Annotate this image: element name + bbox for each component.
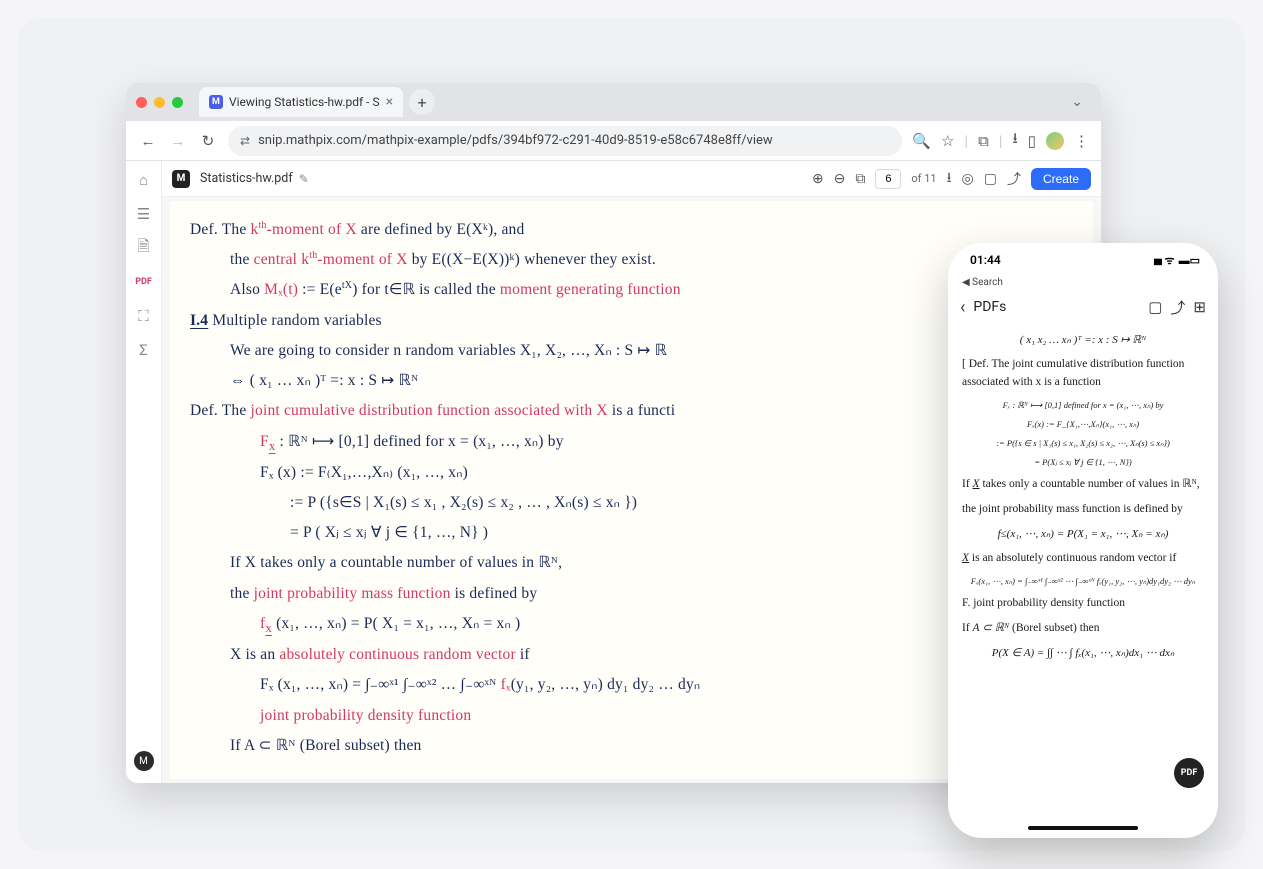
phone-save-icon[interactable]: ⊞ (1193, 298, 1206, 316)
browser-tab[interactable]: M Viewing Statistics-hw.pdf - S × (199, 87, 403, 117)
extensions-icon[interactable]: ⧉ (978, 132, 989, 150)
nav-forward-icon[interactable]: → (168, 132, 188, 150)
pdf-fab-button[interactable]: PDF (1174, 758, 1204, 788)
edit-name-icon[interactable]: ✎ (299, 172, 309, 186)
create-button[interactable]: Create (1031, 168, 1091, 190)
find-icon[interactable]: 🔍 (912, 132, 931, 150)
url-text: snip.mathpix.com/mathpix-example/pdfs/39… (258, 133, 773, 148)
phone-matrix: ( x₁ x₂ … xₙ )ᵀ =: x : S ↦ ℝᴺ (962, 332, 1204, 349)
formula-icon[interactable]: Σ (133, 339, 155, 361)
phone-device: 01:44 ᯤ ▬▭ ◀ Search ‹ PDFs ▢ ⤴ ⊞ ( x₁ x₂… (948, 243, 1218, 838)
close-window-button[interactable] (136, 97, 147, 108)
home-icon[interactable]: ⌂ (133, 169, 155, 191)
tab-favicon: M (209, 95, 223, 109)
cast-icon[interactable]: ▢ (984, 171, 997, 187)
download-pdf-icon[interactable]: ⭳ (947, 167, 952, 191)
minimize-window-button[interactable] (154, 97, 165, 108)
nav-back-icon[interactable]: ← (138, 132, 158, 150)
document-icon[interactable]: 🗎 (133, 237, 155, 259)
tree-icon[interactable]: ☰ (133, 203, 155, 225)
browser-actions: 🔍 ☆ | ⧉ | ⭳ ▯ ⋮ (912, 128, 1089, 153)
battery-icon: ▬▭ (1179, 254, 1200, 267)
tabs-dropdown-icon[interactable]: ⌄ (1063, 90, 1091, 114)
back-label[interactable]: PDFs (973, 299, 1006, 315)
url-bar: ← → ↻ ⇄ snip.mathpix.com/mathpix-example… (126, 121, 1101, 161)
profile-avatar[interactable] (1046, 132, 1064, 150)
app-logo[interactable]: M (172, 170, 190, 188)
reload-icon[interactable]: ↻ (198, 132, 218, 150)
fit-icon[interactable]: ⧉ (855, 171, 865, 187)
home-indicator[interactable] (1028, 826, 1138, 830)
phone-p1: [ Def. The joint cumulative distribution… (962, 356, 1204, 392)
sidepanel-icon[interactable]: ▯ (1028, 132, 1036, 150)
user-avatar[interactable]: M (134, 751, 154, 771)
pdf-icon[interactable]: PDF (133, 271, 155, 293)
scan-icon[interactable]: ⛶ (133, 305, 155, 327)
zoom-out-icon[interactable]: ⊖ (834, 171, 846, 187)
app-toolbar: M Statistics-hw.pdf ✎ ⊕ ⊖ ⧉ of 11 ⭳ ◎ ▢ … (162, 161, 1101, 197)
phone-toolbar: ‹ PDFs ▢ ⤴ ⊞ (948, 290, 1218, 324)
phone-time: 01:44 (970, 253, 1001, 267)
tab-strip: M Viewing Statistics-hw.pdf - S × + ⌄ (126, 83, 1101, 121)
tab-title: Viewing Statistics-hw.pdf - S (229, 95, 380, 109)
cellular-icon (1153, 254, 1160, 267)
browser-menu-icon[interactable]: ⋮ (1074, 132, 1089, 150)
wifi-icon: ᯤ (1165, 253, 1175, 268)
site-info-icon[interactable]: ⇄ (240, 134, 250, 148)
breadcrumb-back[interactable]: ◀ Search (948, 277, 1218, 290)
zoom-in-icon[interactable]: ⊕ (812, 171, 824, 187)
file-name[interactable]: Statistics-hw.pdf ✎ (200, 171, 309, 186)
file-name-text: Statistics-hw.pdf (200, 171, 293, 186)
share-icon[interactable]: ⤴ (1007, 169, 1021, 189)
page-total: of 11 (911, 172, 936, 185)
close-tab-icon[interactable]: × (386, 94, 393, 110)
phone-content[interactable]: ( x₁ x₂ … xₙ )ᵀ =: x : S ↦ ℝᴺ [ Def. The… (948, 324, 1218, 670)
phone-status-bar: 01:44 ᯤ ▬▭ (948, 243, 1218, 277)
page-number-input[interactable] (875, 169, 901, 189)
download-icon[interactable]: ⭳ (1012, 128, 1017, 153)
left-rail: ⌂ ☰ 🗎 PDF ⛶ Σ M (126, 161, 162, 783)
phone-share-icon[interactable]: ⤴ (1170, 297, 1185, 318)
back-chevron-icon[interactable]: ‹ (960, 297, 965, 318)
phone-cast-icon[interactable]: ▢ (1148, 298, 1162, 316)
bookmark-icon[interactable]: ☆ (941, 132, 954, 150)
address-field[interactable]: ⇄ snip.mathpix.com/mathpix-example/pdfs/… (228, 126, 902, 156)
new-tab-button[interactable]: + (409, 89, 435, 115)
maximize-window-button[interactable] (172, 97, 183, 108)
window-controls (136, 97, 183, 108)
preview-icon[interactable]: ◎ (962, 171, 974, 187)
